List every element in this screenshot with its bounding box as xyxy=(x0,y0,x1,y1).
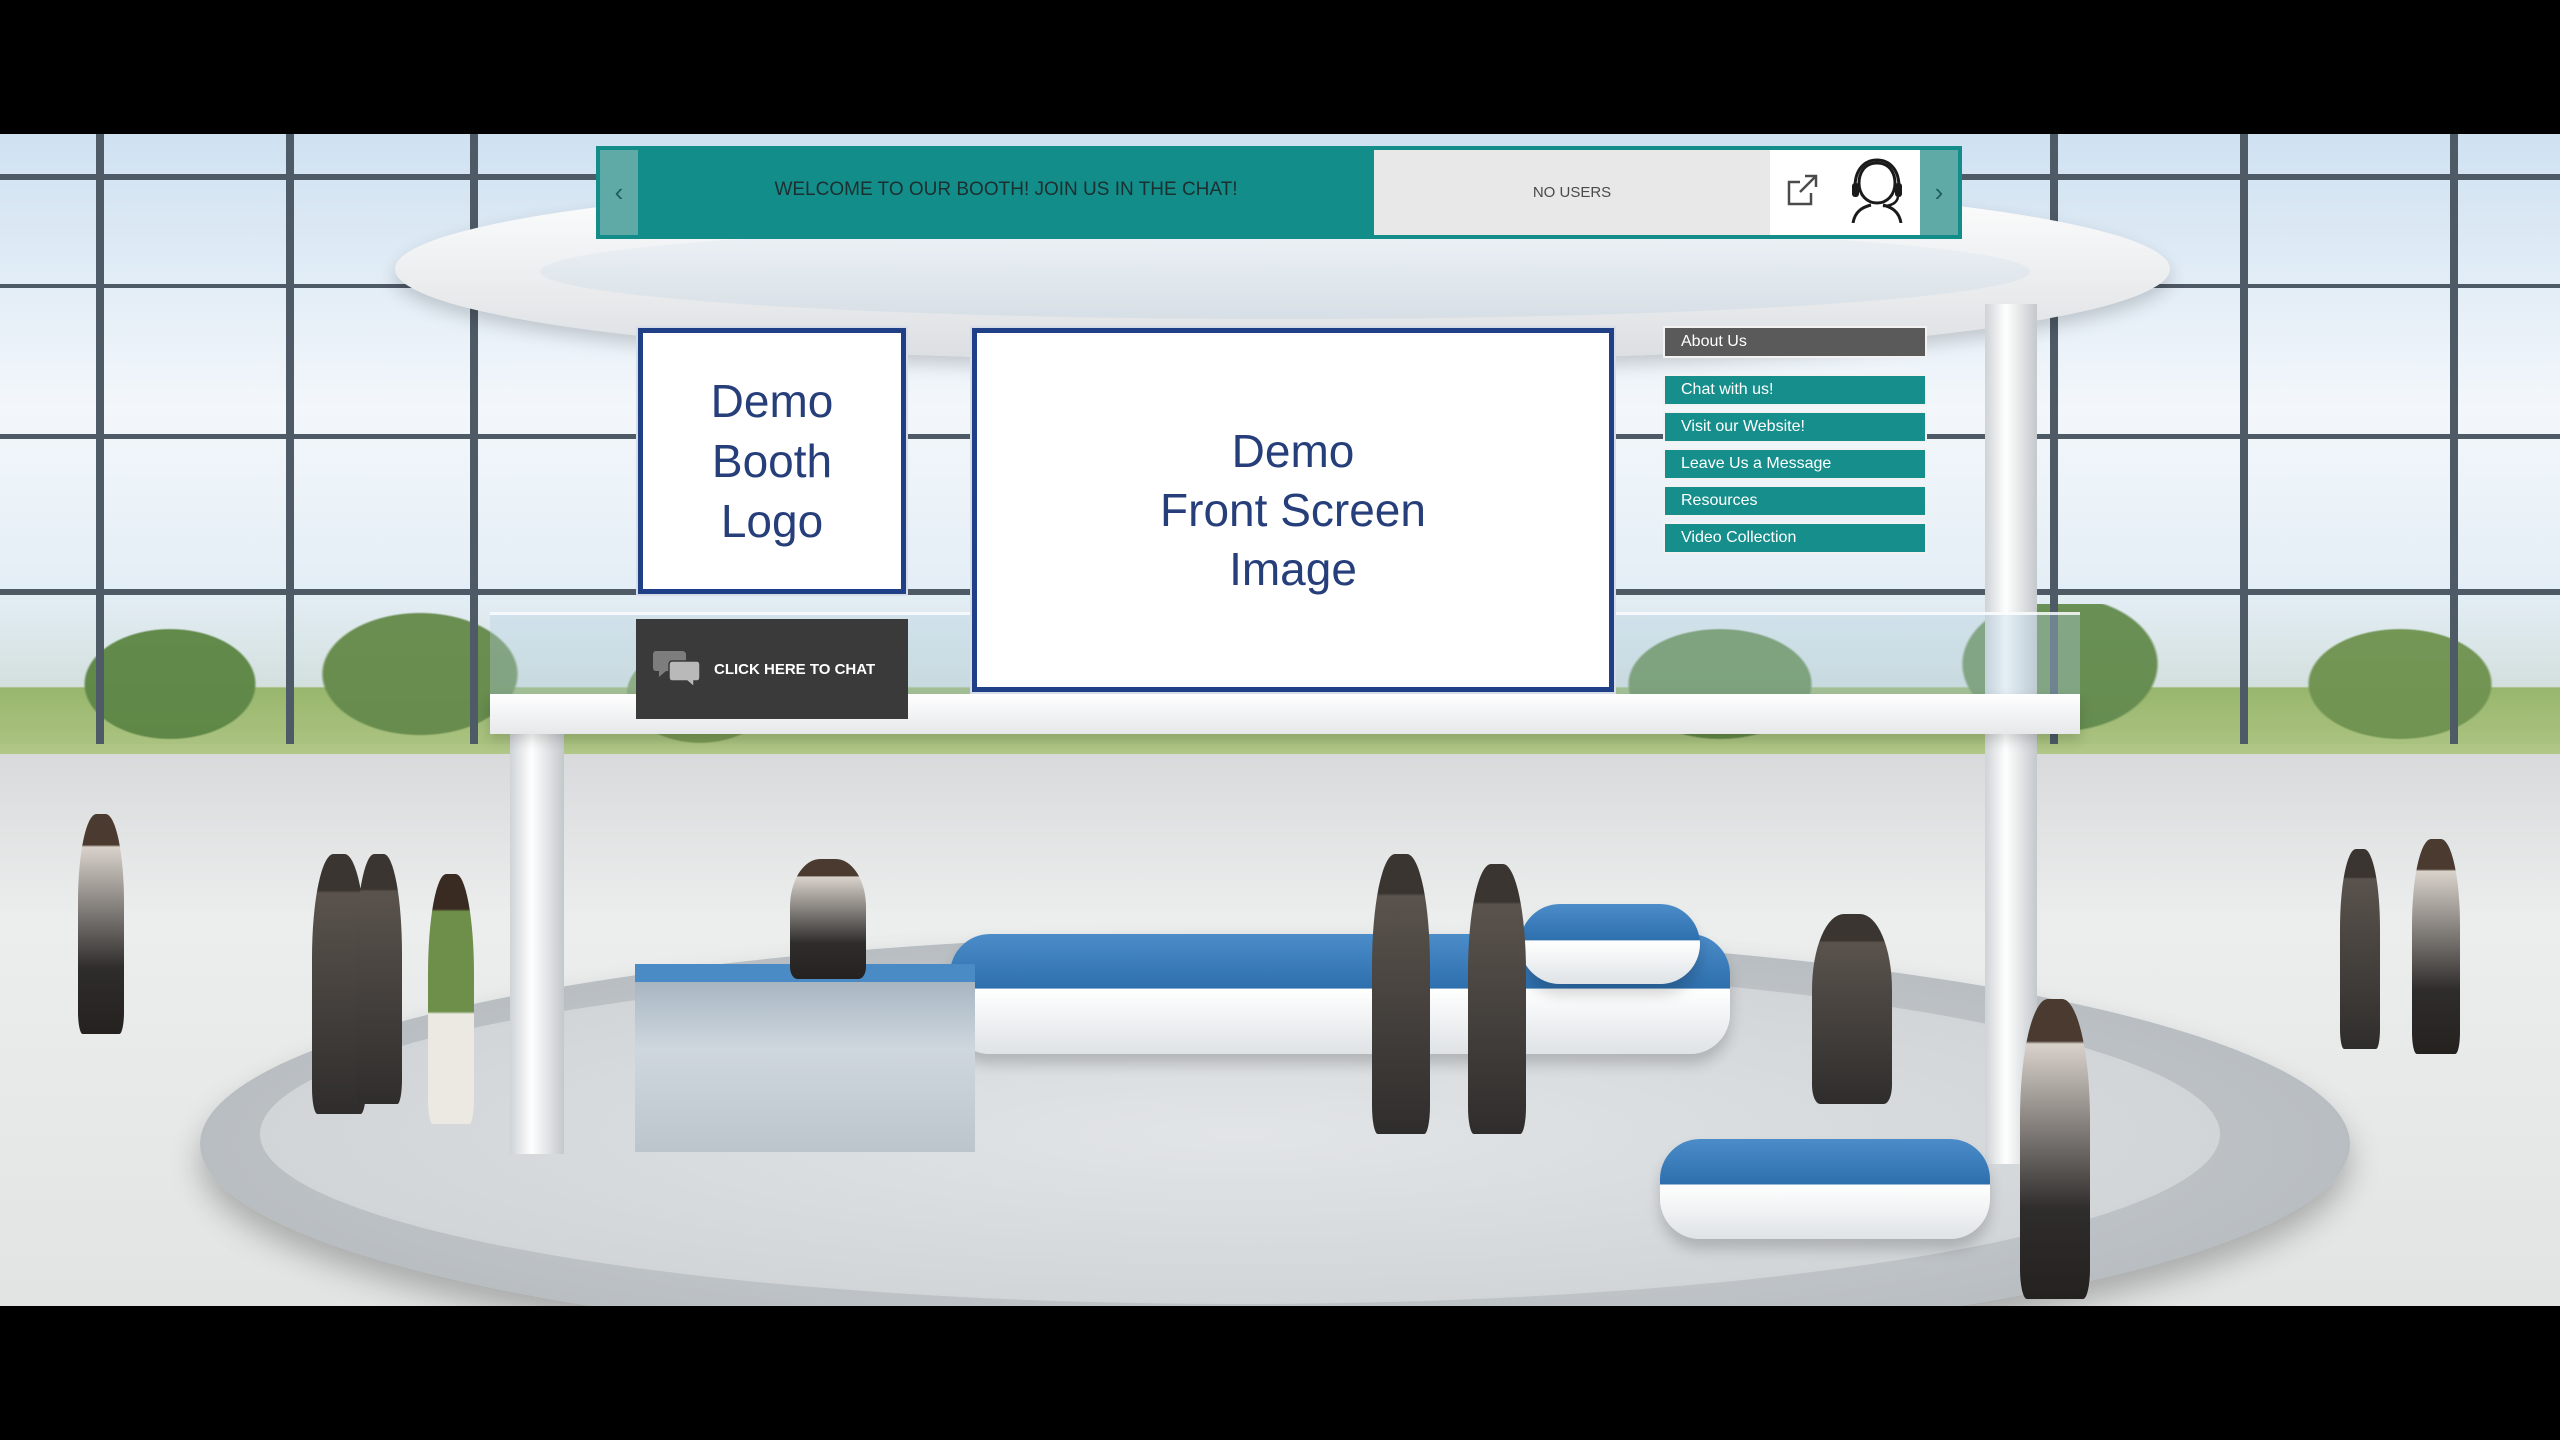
visitor-figure xyxy=(1372,854,1430,1134)
screen-line: Front Screen xyxy=(1160,483,1426,536)
welcome-message: WELCOME TO OUR BOOTH! JOIN US IN THE CHA… xyxy=(638,150,1374,235)
visitor-figure xyxy=(2020,999,2090,1299)
banner-next-button[interactable]: › xyxy=(1920,150,1958,235)
window-frame xyxy=(96,134,104,744)
screen-line: Demo xyxy=(1231,424,1355,477)
window-frame xyxy=(470,134,478,744)
visitor-figure xyxy=(78,814,124,1034)
booth-logo-placeholder: Demo Booth Logo xyxy=(636,326,908,596)
visitor-figure xyxy=(2412,839,2460,1054)
receptionist-figure xyxy=(790,859,866,979)
logo-line: Booth xyxy=(711,435,833,487)
external-link-icon[interactable] xyxy=(1783,171,1821,214)
headset-agent-icon[interactable] xyxy=(1847,157,1907,228)
reception-desk xyxy=(635,964,975,1152)
menu-item-leave-message[interactable]: Leave Us a Message xyxy=(1663,448,1927,480)
screen-line: Image xyxy=(1229,542,1357,595)
menu-item-chat[interactable]: Chat with us! xyxy=(1663,374,1927,406)
logo-line: Logo xyxy=(720,495,824,547)
virtual-booth-scene xyxy=(0,134,2560,1306)
click-to-chat-button[interactable]: CLICK HERE TO CHAT xyxy=(636,619,908,719)
front-screen-placeholder[interactable]: Demo Front Screen Image xyxy=(970,326,1616,694)
logo-line: Demo xyxy=(710,375,834,427)
visitor-figure xyxy=(1468,864,1526,1134)
menu-item-about-us[interactable]: About Us xyxy=(1663,326,1927,358)
chat-bubbles-icon xyxy=(652,645,702,693)
chat-button-label: CLICK HERE TO CHAT xyxy=(714,660,876,678)
window-frame xyxy=(286,134,294,744)
lounge-seat xyxy=(1520,904,1700,984)
window-frame xyxy=(2450,134,2458,744)
menu-item-website[interactable]: Visit our Website! xyxy=(1663,411,1927,443)
booth-banner: ‹ WELCOME TO OUR BOOTH! JOIN US IN THE C… xyxy=(596,146,1962,239)
online-users-status: NO USERS xyxy=(1374,150,1770,235)
visitor-figure xyxy=(428,874,474,1124)
chevron-right-icon: › xyxy=(1934,177,1944,207)
banner-actions xyxy=(1770,150,1920,235)
column xyxy=(510,724,564,1154)
banner-prev-button[interactable]: ‹ xyxy=(600,150,638,235)
visitor-figure xyxy=(2340,849,2380,1049)
lounge-bench xyxy=(1660,1139,1990,1239)
menu-item-video-collection[interactable]: Video Collection xyxy=(1663,522,1927,554)
window-frame xyxy=(2240,134,2248,744)
chevron-left-icon: ‹ xyxy=(614,177,624,207)
visitor-figure xyxy=(356,854,402,1104)
menu-item-resources[interactable]: Resources xyxy=(1663,485,1927,517)
booth-menu: About Us Chat with us! Visit our Website… xyxy=(1663,326,1927,559)
visitor-figure xyxy=(1812,914,1892,1104)
